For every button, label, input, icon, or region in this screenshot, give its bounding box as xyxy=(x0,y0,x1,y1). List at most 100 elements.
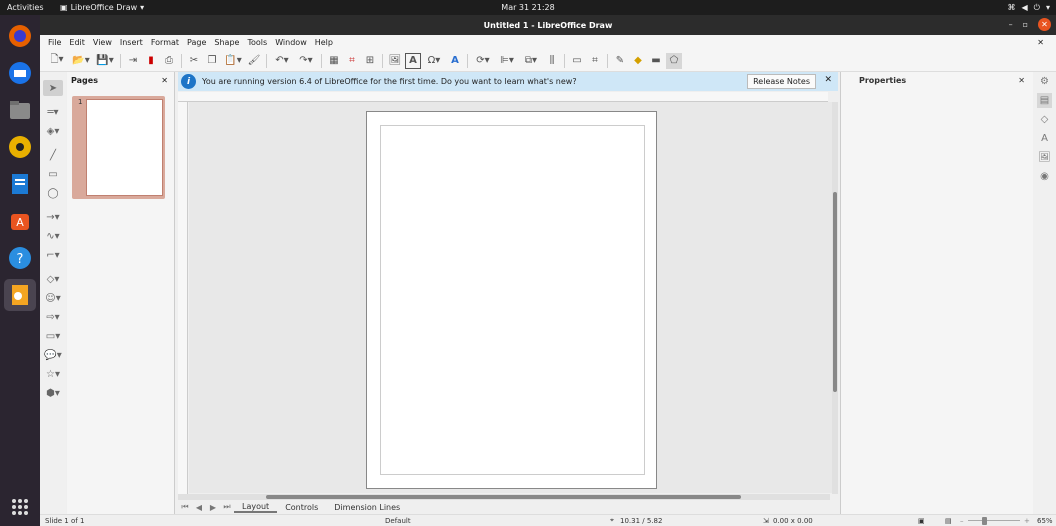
zoom-level[interactable]: 65% xyxy=(1037,517,1053,525)
print-icon[interactable]: ⎙ xyxy=(161,53,177,69)
shapes-icon[interactable]: ◇ xyxy=(1037,112,1052,127)
export-pdf-icon[interactable]: ▮ xyxy=(143,53,159,69)
close-icon[interactable]: ✕ xyxy=(1018,76,1025,85)
new-icon[interactable]: 🗋▾ xyxy=(46,53,68,69)
menu-edit[interactable]: Edit xyxy=(65,38,89,47)
select-icon[interactable]: ➤ xyxy=(43,80,63,96)
menu-file[interactable]: File xyxy=(44,38,65,47)
horizontal-ruler[interactable] xyxy=(178,92,828,102)
last-tab-icon[interactable]: ⏭ xyxy=(220,502,234,512)
thunderbird-icon[interactable] xyxy=(4,57,36,89)
copy-icon[interactable]: ❐ xyxy=(204,53,220,69)
ellipse-icon[interactable]: ◯ xyxy=(43,185,63,201)
close-window-button[interactable]: ✕ xyxy=(1038,18,1051,31)
connectors-icon[interactable]: ⌐▾ xyxy=(43,247,63,263)
menu-page[interactable]: Page xyxy=(183,38,210,47)
align-objects-icon[interactable]: ⊫▾ xyxy=(496,53,518,69)
gallery-icon[interactable]: 🖼 xyxy=(1037,150,1052,165)
block-arrows-icon[interactable]: ⇨▾ xyxy=(43,309,63,325)
line-color-icon[interactable]: ═▾ xyxy=(43,104,63,120)
clock[interactable]: Mar 31 21:28 xyxy=(501,3,554,12)
page-thumbnail[interactable]: 1 xyxy=(72,96,165,199)
system-tray[interactable]: ⌘ ◀ ⏻ ▾ xyxy=(1008,3,1051,13)
vertical-ruler[interactable] xyxy=(178,102,188,494)
rhythmbox-icon[interactable] xyxy=(4,131,36,163)
scroll-thumb[interactable] xyxy=(833,192,837,392)
basic-shapes-icon[interactable]: ◇▾ xyxy=(43,271,63,287)
distribute-icon[interactable]: ⫼ xyxy=(544,53,560,69)
zoom-slider-handle[interactable] xyxy=(982,517,987,525)
software-center-icon[interactable]: A xyxy=(4,205,36,237)
tab-controls[interactable]: Controls xyxy=(277,503,326,512)
redo-icon[interactable]: ↷▾ xyxy=(295,53,317,69)
helplines-icon[interactable]: ⌗ xyxy=(344,53,360,69)
firefox-icon[interactable] xyxy=(4,20,36,52)
special-character-icon[interactable]: Ω▾ xyxy=(423,53,445,69)
draw-icon[interactable] xyxy=(4,279,36,311)
zoom-slider[interactable] xyxy=(968,520,1020,521)
writer-icon[interactable] xyxy=(4,168,36,200)
arrange-icon[interactable]: ⧉▾ xyxy=(520,53,542,69)
files-icon[interactable] xyxy=(4,94,36,126)
app-menu[interactable]: ▣ LibreOffice Draw ▾ xyxy=(60,3,144,12)
undo-icon[interactable]: ↶▾ xyxy=(271,53,293,69)
show-apps-icon[interactable] xyxy=(4,491,36,523)
menu-help[interactable]: Help xyxy=(311,38,337,47)
master-page-status[interactable]: Default xyxy=(385,517,411,525)
insert-image-icon[interactable]: 🖼 xyxy=(387,53,403,69)
fill-color-icon[interactable]: ◈▾ xyxy=(43,123,63,139)
zoom-out-icon[interactable]: – xyxy=(960,517,964,525)
menu-window[interactable]: Window xyxy=(271,38,311,47)
flowchart-icon[interactable]: ▭▾ xyxy=(43,328,63,344)
3d-objects-icon[interactable]: ⬢▾ xyxy=(43,385,63,401)
glue-points-icon[interactable]: ◆ xyxy=(630,53,646,69)
previous-tab-icon[interactable]: ◀ xyxy=(192,503,206,512)
zoom-pan-icon[interactable]: ⊞ xyxy=(362,53,378,69)
navigator-icon[interactable]: ◉ xyxy=(1037,169,1052,184)
lines-arrows-icon[interactable]: →▾ xyxy=(43,209,63,225)
styles-icon[interactable]: A xyxy=(1037,131,1052,146)
properties-icon[interactable]: ▤ xyxy=(1037,93,1052,108)
menu-shape[interactable]: Shape xyxy=(210,38,243,47)
points-icon[interactable]: ✎ xyxy=(612,53,628,69)
minimize-icon[interactable]: – xyxy=(1009,20,1013,29)
crop-icon[interactable]: ⌗ xyxy=(587,53,603,69)
grid-icon[interactable]: ▦ xyxy=(326,53,342,69)
tab-layout[interactable]: Layout xyxy=(234,502,278,513)
drawing-canvas[interactable] xyxy=(189,102,832,493)
horizontal-scrollbar[interactable] xyxy=(178,494,830,500)
curves-icon[interactable]: ∿▾ xyxy=(43,228,63,244)
vertical-scrollbar[interactable] xyxy=(832,102,838,494)
activities-button[interactable]: Activities xyxy=(0,3,55,12)
stars-icon[interactable]: ☆▾ xyxy=(43,366,63,382)
fontwork-icon[interactable]: A xyxy=(447,53,463,69)
help-icon[interactable]: ? xyxy=(4,242,36,274)
tab-dimension-lines[interactable]: Dimension Lines xyxy=(326,503,408,512)
callouts-icon[interactable]: 💬▾ xyxy=(43,347,63,363)
maximize-icon[interactable]: ▫ xyxy=(1023,20,1028,29)
show-draw-functions-icon[interactable]: ⬠ xyxy=(666,52,682,69)
save-icon[interactable]: 💾▾ xyxy=(94,53,116,69)
next-tab-icon[interactable]: ▶ xyxy=(206,503,220,512)
open-icon[interactable]: 📂▾ xyxy=(70,53,92,69)
clone-formatting-icon[interactable]: 🖌 xyxy=(246,53,262,69)
close-document-icon[interactable]: ✕ xyxy=(1033,38,1048,47)
cut-icon[interactable]: ✂ xyxy=(186,53,202,69)
zoom-in-icon[interactable]: + xyxy=(1024,517,1030,525)
menu-view[interactable]: View xyxy=(89,38,116,47)
line-icon[interactable]: ╱ xyxy=(43,147,63,163)
transformations-icon[interactable]: ⟳▾ xyxy=(472,53,494,69)
release-notes-button[interactable]: Release Notes xyxy=(747,74,816,89)
rectangle-icon[interactable]: ▭ xyxy=(43,166,63,182)
export-icon[interactable]: ⇥ xyxy=(125,53,141,69)
menu-format[interactable]: Format xyxy=(147,38,183,47)
document-modified-icon[interactable]: ▤ xyxy=(945,517,952,525)
close-icon[interactable]: ✕ xyxy=(161,76,168,85)
drawing-page[interactable] xyxy=(366,111,657,489)
scroll-thumb[interactable] xyxy=(266,495,741,499)
menu-tools[interactable]: Tools xyxy=(243,38,271,47)
close-icon[interactable]: ✕ xyxy=(824,75,832,85)
toggle-extrusion-icon[interactable]: ▬ xyxy=(648,53,664,69)
paste-icon[interactable]: 📋▾ xyxy=(222,53,244,69)
menu-insert[interactable]: Insert xyxy=(116,38,147,47)
